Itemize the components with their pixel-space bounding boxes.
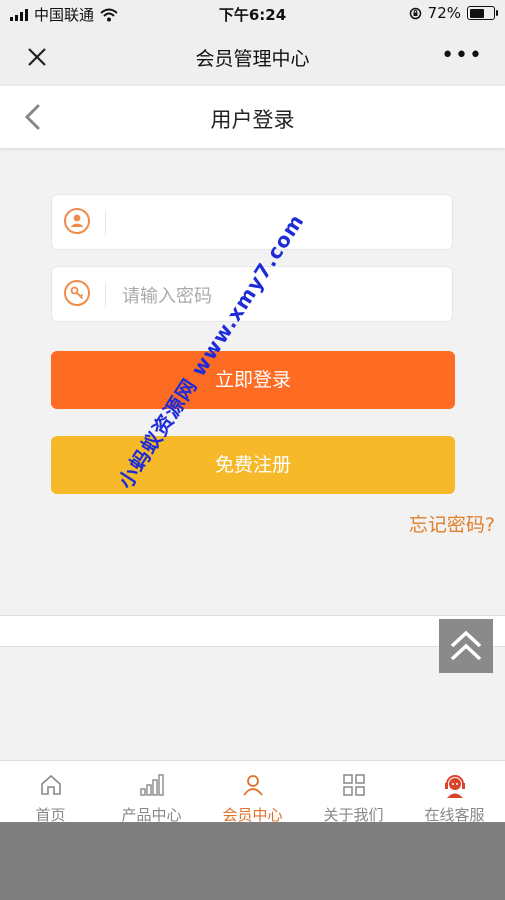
orientation-lock-icon: [409, 7, 421, 19]
more-menu-icon[interactable]: •••: [441, 45, 483, 67]
tab-products[interactable]: 产品中心: [101, 761, 202, 824]
status-bar: 中国联通 下午6:24 72%: [0, 0, 505, 28]
back-to-top-button[interactable]: [439, 619, 493, 673]
user-icon: [242, 775, 263, 796]
support-icon: [444, 775, 465, 798]
wechat-title: 会员管理中心: [195, 48, 310, 70]
grid-icon: [342, 774, 365, 796]
status-right: 72%: [409, 4, 498, 22]
field-separator: [105, 211, 106, 235]
user-icon: [64, 208, 90, 234]
bottom-overlay: [0, 822, 505, 900]
page-title: 用户登录: [210, 108, 295, 132]
tab-online-support[interactable]: 在线客服: [404, 761, 505, 824]
battery-fill: [469, 8, 484, 18]
tab-about-us[interactable]: 关于我们: [303, 761, 404, 824]
password-input[interactable]: [120, 275, 444, 317]
wechat-nav-bar: 会员管理中心 •••: [0, 28, 505, 86]
tab-member-center[interactable]: 会员中心: [202, 761, 303, 824]
battery-percent: 72%: [427, 4, 461, 22]
tab-home[interactable]: 首页: [0, 761, 101, 824]
battery-icon: [467, 6, 498, 20]
username-field[interactable]: [51, 194, 453, 250]
home-icon: [40, 774, 61, 795]
page-header: 用户登录: [0, 86, 505, 148]
bar-chart-icon: [139, 774, 164, 796]
content-divider: [0, 615, 505, 647]
login-button[interactable]: 立即登录: [51, 351, 455, 409]
bottom-tab-bar: 首页 产品中心 会员中心 关于我们 在线客服: [0, 760, 505, 824]
forgot-password-link[interactable]: 忘记密码?: [409, 510, 495, 537]
double-chevron-up-icon: [450, 630, 482, 661]
register-button[interactable]: 免费注册: [51, 436, 455, 494]
key-icon: [64, 280, 90, 306]
field-separator: [105, 283, 106, 307]
